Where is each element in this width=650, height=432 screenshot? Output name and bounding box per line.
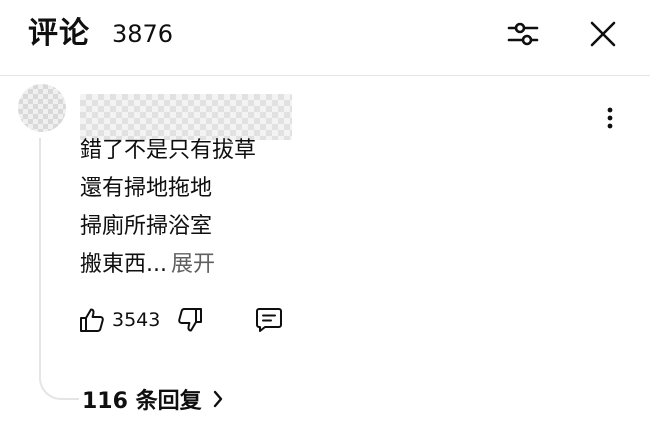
filter-button[interactable]	[501, 14, 545, 54]
dislike-button[interactable]	[176, 306, 204, 334]
sliders-icon	[507, 22, 539, 46]
reply-button[interactable]	[254, 305, 284, 335]
comment-text: 錯了不是只有拔草 還有掃地拖地 掃廁所掃浴室 搬東西... 展开	[80, 132, 560, 284]
comment-line: 掃廁所掃浴室	[80, 214, 213, 239]
like-count: 3543	[112, 309, 161, 331]
comment-icon	[256, 308, 283, 332]
thumbs-down-icon	[178, 308, 203, 332]
header-title: 评论	[28, 16, 90, 51]
comment-line: 搬東西...	[80, 252, 167, 277]
comment-line: 錯了不是只有拔草	[80, 138, 257, 163]
thread-connector	[39, 138, 79, 400]
view-replies-button[interactable]: 116 条回复	[82, 381, 224, 417]
comment-menu-button[interactable]	[596, 100, 624, 136]
avatar[interactable]	[18, 84, 66, 132]
chevron-right-icon	[212, 389, 224, 409]
thumbs-up-icon	[80, 308, 104, 332]
expand-link[interactable]: 展开	[171, 252, 215, 277]
comment-line: 還有掃地拖地	[80, 176, 213, 201]
comment-actions: 3543	[78, 302, 284, 338]
close-button[interactable]	[581, 14, 625, 54]
comment-count: 3876	[112, 20, 174, 48]
close-icon	[590, 21, 616, 47]
more-vert-icon	[607, 107, 613, 129]
replies-label: 116 条回复	[82, 389, 202, 414]
comment-line-last: 搬東西... 展开	[80, 246, 560, 284]
comments-header: 评论 3876	[0, 0, 650, 76]
like-button[interactable]: 3543	[78, 306, 160, 334]
